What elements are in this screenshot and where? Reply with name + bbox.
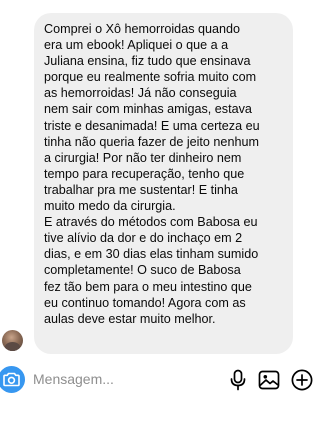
message-line: tinha não queria fazer de jeito nenhum (44, 134, 259, 149)
message-line: Juliana ensina, fiz tudo que ensinava (44, 54, 251, 69)
message-line: triste e desanimada! E uma certeza eu (44, 118, 260, 133)
message-line: Comprei o Xô hemorroidas quando (44, 22, 241, 36)
sender-avatar[interactable] (2, 330, 23, 351)
microphone-icon (230, 369, 246, 391)
camera-icon (3, 372, 20, 387)
image-icon (258, 370, 280, 390)
message-line: fez tão bem para o meu intestino que (44, 279, 252, 294)
message-line: as hemorroidas! Já não conseguia (44, 86, 237, 101)
message-line: tempo para recuperação, tenho que (44, 166, 245, 181)
gallery-button[interactable] (257, 368, 281, 392)
message-line: a cirurgia! Por não ter dinheiro nem (44, 150, 242, 165)
message-bubble[interactable]: Comprei o Xô hemorroidas quando era um e… (34, 13, 293, 354)
message-line: trabalhar pra me sustentar! E tinha (44, 182, 238, 197)
dm-thread: Comprei o Xô hemorroidas quando era um e… (0, 0, 315, 435)
message-line: porque eu realmente sofria muito com (44, 70, 257, 85)
message-input[interactable] (33, 369, 213, 389)
camera-button[interactable] (0, 366, 25, 393)
message-composer (0, 362, 315, 398)
message-line: nem sair com minhas amigas, estava (44, 102, 252, 117)
message-line: dias, e em 30 dias elas tinham sumido (44, 247, 259, 262)
message-line: eu continuo tomando! Agora com as (44, 295, 246, 310)
plus-circle-icon (291, 369, 313, 391)
message-line: aulas deve estar muito melhor. (44, 311, 216, 326)
more-button[interactable] (290, 368, 314, 392)
message-line: era um ebook! Apliquei o que a a (44, 38, 229, 53)
message-line: tive alívio da dor e do inchaço em 2 (44, 231, 243, 246)
message-line: muito medo da cirurgia. (44, 199, 176, 214)
microphone-button[interactable] (226, 368, 250, 392)
message-line: completamente! O suco de Babosa (44, 263, 241, 278)
message-line: E através do métodos com Babosa eu (44, 215, 258, 230)
